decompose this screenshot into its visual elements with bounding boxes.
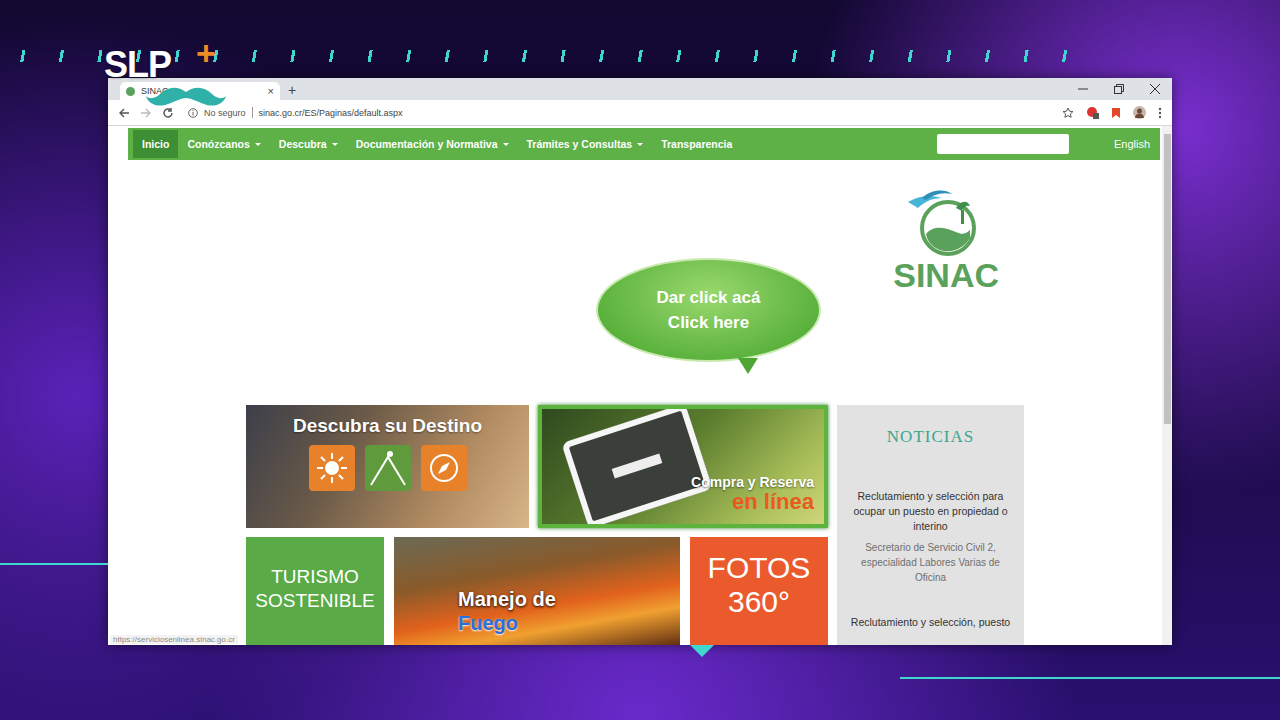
scroll-thumb[interactable]: [1164, 134, 1171, 424]
language-link[interactable]: English: [1069, 138, 1160, 150]
address-bar: No seguro sinac.go.cr/ES/Paginas/default.…: [108, 100, 1172, 126]
tile-title: Manejo de: [458, 587, 556, 611]
tablet-photo: [561, 405, 712, 528]
feature-tile[interactable]: Manejo deFuego: [394, 537, 680, 645]
logo-text: SLP: [104, 44, 171, 86]
menu-icon[interactable]: [1158, 107, 1162, 119]
tile-title: TURISMO SOSTENIBLE: [250, 551, 380, 645]
logo-text: SINAC: [893, 258, 999, 292]
scrollbar[interactable]: [1162, 126, 1172, 645]
favicon-icon: [126, 87, 135, 96]
new-tab-button[interactable]: +: [280, 82, 304, 100]
caret-icon: [332, 143, 338, 146]
tab-close[interactable]: ×: [268, 85, 274, 97]
nav-item[interactable]: Descubra: [270, 130, 347, 158]
tile-title: Descubra su Destino: [293, 415, 482, 437]
decor-line: [900, 677, 1280, 679]
tile-caption: Manejo deFuego: [458, 587, 556, 645]
logo-plus: +: [196, 34, 216, 73]
feature-tile[interactable]: Compra y Reservaen línea: [538, 405, 828, 528]
restore-icon[interactable]: [1114, 84, 1124, 94]
tile-subtitle: Fuego: [458, 611, 556, 635]
compass-icon: [421, 445, 467, 491]
tile-title: Compra y Reserva: [691, 474, 814, 490]
video-frame: SINAC × + No seguro sinac.go.cr/ES/Paginas/d…: [0, 0, 1280, 720]
security-label: No seguro: [204, 108, 246, 118]
sun-icon: [309, 445, 355, 491]
tile-caption: Compra y Reservaen línea: [691, 474, 814, 514]
callout-text: Dar click acá: [657, 285, 761, 310]
toolbar: [1062, 106, 1162, 119]
decor-line: [0, 563, 108, 565]
info-icon[interactable]: [188, 108, 198, 118]
bookmark-icon[interactable]: [1111, 107, 1121, 119]
nav-item[interactable]: Conózcanos: [178, 130, 269, 158]
feature-tile[interactable]: FOTOS 360°: [690, 537, 828, 645]
header-area: SINAC Dar click acáClick here: [108, 160, 1162, 405]
caret-icon: [503, 143, 509, 146]
status-url: https://serviciosenlinea.sinac.go.cr: [110, 635, 238, 644]
globe-bird-icon: [904, 188, 988, 256]
mountain-icon: [365, 445, 411, 491]
star-icon[interactable]: [1062, 107, 1074, 119]
news-item[interactable]: Reclutamiento y selección, puesto: [851, 615, 1010, 630]
news-title: NOTICIAS: [887, 427, 974, 447]
nav-item[interactable]: Transparencia: [652, 130, 741, 158]
sinac-logo[interactable]: SINAC: [893, 160, 999, 405]
tile-row: TURISMO SOSTENIBLE Manejo deFuego FOTOS 36…: [246, 537, 828, 645]
tile-subtitle: en línea: [732, 490, 814, 514]
feature-tile[interactable]: TURISMO SOSTENIBLE: [246, 537, 384, 645]
browser-window: SINAC × + No seguro sinac.go.cr/ES/Paginas/d…: [108, 78, 1172, 645]
page-content: InicioConózcanosDescubraDocumentación y …: [108, 126, 1162, 645]
nav-item[interactable]: Trámites y Consultas: [518, 130, 653, 158]
tile-grid: Descubra su Destino Compra y Reservaen lí…: [246, 405, 1024, 645]
caret-icon: [255, 143, 261, 146]
reload-icon[interactable]: [162, 107, 174, 119]
tile-title: FOTOS 360°: [694, 551, 824, 645]
forward-icon[interactable]: [140, 107, 152, 119]
nav-item[interactable]: Documentación y Normativa: [347, 130, 518, 158]
tile-icons: [309, 445, 467, 491]
avatar-icon[interactable]: [1133, 106, 1146, 119]
url-text: sinac.go.cr/ES/Paginas/default.aspx: [259, 108, 403, 118]
decor-notch: [690, 645, 714, 657]
click-here-callout: Dar click acáClick here: [596, 258, 821, 362]
news-panel: NOTICIAS Reclutamiento y selección para o…: [837, 405, 1024, 645]
caret-icon: [637, 143, 643, 146]
minimize-icon[interactable]: [1078, 84, 1088, 94]
window-controls: [1078, 84, 1172, 94]
nav-item[interactable]: Inicio: [133, 130, 178, 158]
web-page: InicioConózcanosDescubraDocumentación y …: [108, 126, 1172, 645]
feature-tile[interactable]: Descubra su Destino: [246, 405, 529, 528]
channel-logo: SLP+: [104, 40, 234, 106]
mustache-icon: [144, 86, 228, 110]
url-field[interactable]: No seguro sinac.go.cr/ES/Paginas/default.…: [184, 103, 1052, 123]
main-nav: InicioConózcanosDescubraDocumentación y …: [128, 128, 1160, 160]
news-item[interactable]: Secretario de Servicio Civil 2, especial…: [849, 540, 1012, 585]
tab-strip: SINAC×+: [108, 78, 1172, 100]
news-item[interactable]: Reclutamiento y selección para ocupar un…: [849, 489, 1012, 534]
back-icon[interactable]: [118, 107, 130, 119]
search-input[interactable]: [937, 134, 1069, 154]
callout-text: Click here: [668, 310, 749, 335]
extension-icon[interactable]: [1086, 106, 1099, 119]
close-icon[interactable]: [1150, 84, 1160, 94]
separator: [252, 107, 253, 118]
